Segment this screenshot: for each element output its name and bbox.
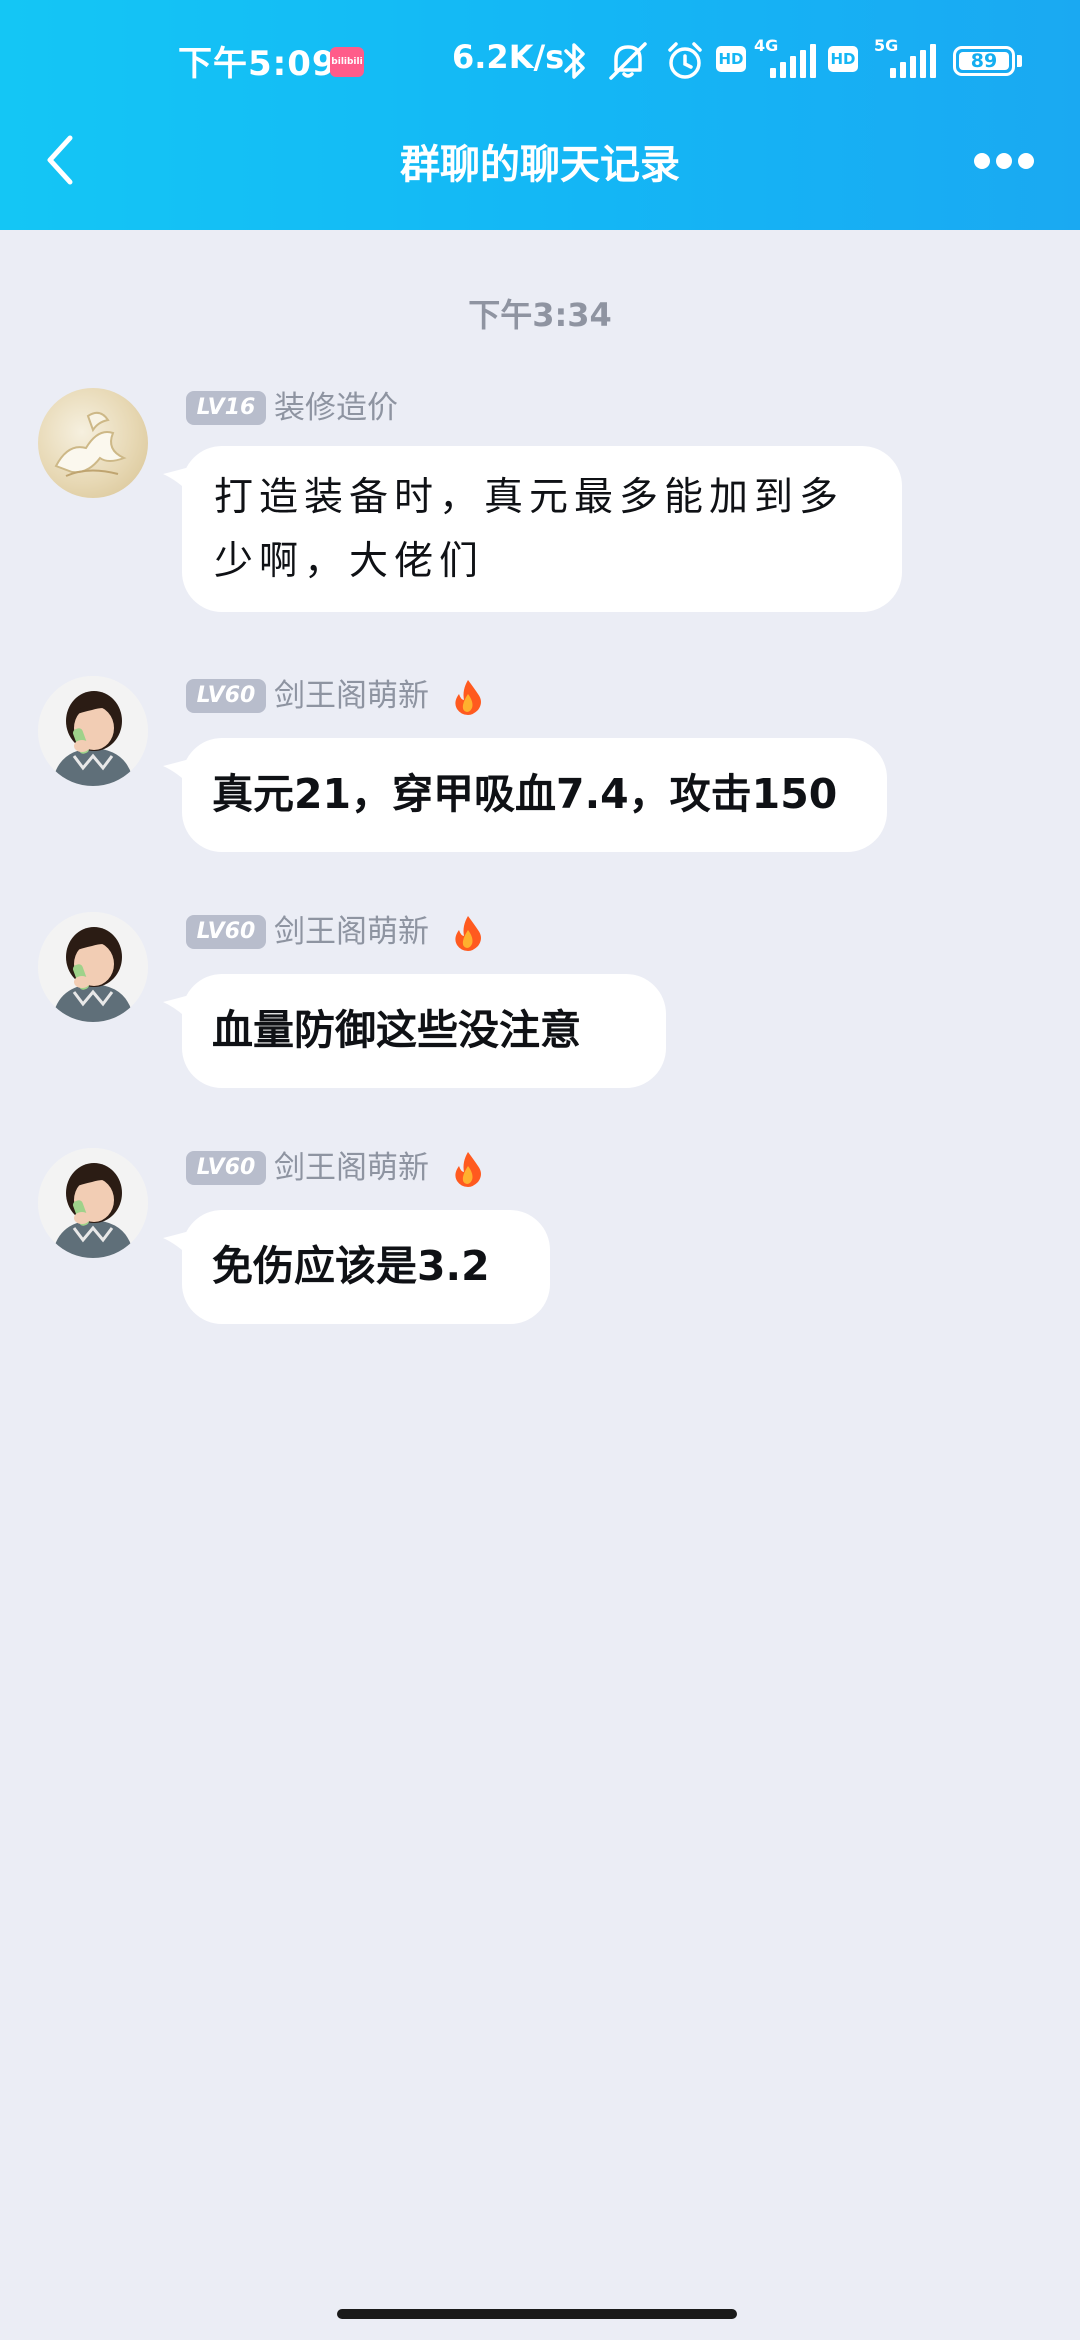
message-text: 打造装备时，真元最多能加到多少啊，大佬们 — [214, 475, 845, 584]
avatar[interactable] — [38, 1148, 148, 1258]
level-badge: LV60 — [186, 679, 266, 713]
alarm-icon — [668, 42, 702, 79]
hd-voice-icon-2: HD — [828, 46, 858, 72]
more-dot-icon — [1018, 153, 1034, 169]
bilibili-app-icon: bilibili — [330, 47, 364, 77]
message-text: 免伤应该是3.2 — [212, 1242, 490, 1290]
network-speed: 6.2K/s — [452, 38, 565, 76]
hd-voice-icon: HD — [716, 46, 746, 72]
back-button[interactable] — [30, 120, 100, 200]
mute-icon — [609, 42, 647, 80]
message-text: 真元21，穿甲吸血7.4，攻击150 — [212, 770, 838, 818]
paper-sculpture-avatar-image — [54, 411, 127, 477]
level-badge: LV16 — [186, 391, 266, 425]
home-indicator[interactable] — [337, 2309, 737, 2319]
avatar[interactable] — [38, 912, 148, 1022]
sender-name[interactable]: 剑王阁萌新 — [274, 1148, 429, 1188]
battery-level: 89 — [970, 50, 998, 72]
more-options-button[interactable] — [966, 140, 1036, 180]
sender-name[interactable]: 剑王阁萌新 — [274, 676, 429, 716]
fire-icon — [455, 680, 481, 715]
message-bubble[interactable]: 血量防御这些没注意 — [182, 974, 666, 1088]
signal-strength-icon-2 — [890, 44, 936, 78]
status-bar: 下午5:09 bilibili 6.2K/s HD 4G HD 5G 89 — [0, 0, 1080, 125]
chevron-left-icon — [47, 135, 73, 185]
avatar[interactable] — [38, 388, 148, 498]
message-bubble[interactable]: 免伤应该是3.2 — [182, 1210, 550, 1324]
sender-name[interactable]: 装修造价 — [274, 388, 398, 428]
avatar[interactable] — [38, 676, 148, 786]
app-header: 下午5:09 bilibili 6.2K/s HD 4G HD 5G 89 群聊… — [0, 0, 1080, 230]
fire-icon — [455, 1152, 481, 1187]
message-text: 血量防御这些没注意 — [212, 1006, 581, 1054]
status-time: 下午5:09 — [178, 44, 337, 84]
child-photo-avatar-image — [38, 676, 148, 786]
level-badge: LV60 — [186, 915, 266, 949]
chat-history[interactable]: 下午3:34 LV16 装修造价 打造装备时，真元最多能加到多少啊，大佬们 LV… — [0, 230, 1080, 2340]
bluetooth-icon — [564, 43, 585, 79]
fire-icon — [455, 916, 481, 951]
message-bubble[interactable]: 打造装备时，真元最多能加到多少啊，大佬们 — [182, 446, 902, 612]
child-photo-avatar-image — [38, 1148, 148, 1258]
message-timestamp: 下午3:34 — [468, 296, 612, 334]
battery-tip — [1017, 55, 1022, 67]
more-dot-icon — [996, 153, 1012, 169]
sender-name[interactable]: 剑王阁萌新 — [274, 912, 429, 952]
message-bubble[interactable]: 真元21，穿甲吸血7.4，攻击150 — [182, 738, 887, 852]
signal-strength-icon-1 — [770, 44, 816, 78]
level-badge: LV60 — [186, 1151, 266, 1185]
more-dot-icon — [974, 153, 990, 169]
page-title: 群聊的聊天记录 — [400, 142, 680, 188]
child-photo-avatar-image — [38, 912, 148, 1022]
battery-icon: 89 — [953, 46, 1015, 76]
